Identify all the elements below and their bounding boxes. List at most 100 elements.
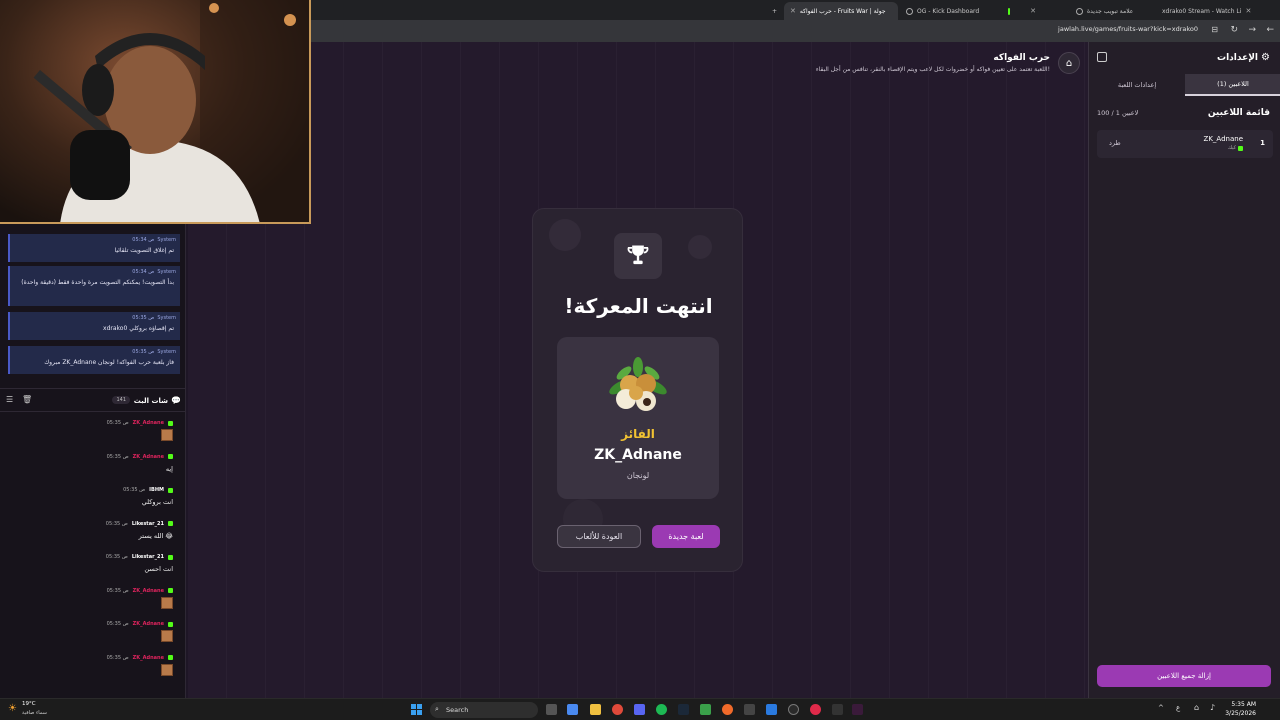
kick-icon: [1238, 145, 1243, 151]
clock-date[interactable]: 3/25/2026: [1225, 710, 1256, 717]
message-text: إيه: [165, 464, 173, 473]
spotify-icon[interactable]: [656, 704, 667, 715]
message-time: 05:35 ص: [106, 453, 129, 460]
player-platform: كيك: [1228, 145, 1243, 151]
trash-icon[interactable]: 🗑: [22, 395, 32, 404]
decor-bubble: [549, 219, 581, 251]
chat-message: 05:35 ص ZK_Adnane: [5, 621, 173, 651]
message-time: 05:35 ص: [106, 587, 129, 594]
winner-name: ZK_Adnane: [594, 447, 682, 463]
message-time: 05:35 ص: [106, 420, 129, 426]
windows-start-icon[interactable]: [411, 704, 422, 715]
message-username[interactable]: ZK_Adnane: [133, 655, 164, 661]
kick-player-button[interactable]: طرد: [1109, 139, 1121, 147]
message-username[interactable]: ZK_Adnane: [133, 454, 164, 460]
message-sender: System: [157, 349, 176, 355]
message-username[interactable]: Likestar_21: [132, 554, 164, 560]
kick-icon: [168, 454, 173, 459]
tab-kick-dashboard[interactable]: OG - Kick Dashboard: [900, 2, 1000, 20]
message-username[interactable]: ZK_Adnane: [133, 621, 164, 627]
message-username[interactable]: ZK_Adnane: [133, 420, 164, 426]
url-field[interactable]: jawlah.live/games/fruits-war?kick=xdrako…: [1058, 25, 1198, 33]
app-icon[interactable]: [722, 704, 733, 715]
clock-time[interactable]: 5:35 AM: [1231, 701, 1256, 708]
chat-message: 05:35 ص IBHM انت بروكلي: [5, 487, 173, 517]
kick-icon: [168, 655, 173, 660]
chat-message: 05:35 ص ZK_Adnane: [5, 588, 173, 618]
menu-icon[interactable]: ☰: [6, 395, 13, 404]
new-tab-button[interactable]: +: [766, 2, 782, 20]
obs-icon[interactable]: [744, 704, 755, 715]
message-time: 05:35 ص: [106, 621, 129, 627]
reload-icon[interactable]: ↻: [1230, 25, 1238, 35]
remove-all-players-button[interactable]: إزالة جميع اللاعبين: [1097, 665, 1271, 687]
site-info-icon[interactable]: ⊟: [1211, 25, 1218, 34]
home-button[interactable]: ⌂: [1058, 52, 1080, 74]
player-count: 100 / 1 لاعبين: [1097, 109, 1139, 117]
chat-message: 05:35 ص ZK_Adnane: [5, 420, 173, 450]
longan-fruit-icon: [609, 357, 667, 411]
close-icon[interactable]: ✕: [1245, 7, 1251, 15]
chrome-icon[interactable]: [612, 704, 623, 715]
message-sender: System: [157, 315, 176, 321]
new-game-button[interactable]: لعبة جديدة: [652, 525, 720, 548]
discord-icon[interactable]: [634, 704, 645, 715]
emote-image: [161, 596, 173, 609]
game-description: اللعبة تعتمد على تعيين فواكه أو خضروات ل…: [815, 66, 1050, 73]
kick-icon: [168, 554, 173, 560]
tab-title: OG - Kick Dashboard: [917, 7, 980, 15]
message-text: انت احسن: [144, 565, 173, 573]
weather-icon: ☀: [8, 703, 17, 714]
close-icon[interactable]: ✕: [1030, 7, 1036, 15]
network-icon[interactable]: ⌂: [1194, 703, 1199, 712]
tab-kick[interactable]: ✕: [1002, 2, 1042, 20]
message-username[interactable]: ZK_Adnane: [133, 588, 164, 594]
task-view-icon[interactable]: [546, 704, 557, 715]
app-icon[interactable]: [832, 704, 843, 715]
back-to-games-button[interactable]: العودة للألعاب: [557, 525, 641, 548]
tab-game-settings[interactable]: إعدادات اللعبة: [1089, 74, 1185, 96]
tab-players[interactable]: اللاعبين (1): [1185, 74, 1280, 96]
chat-message: 05:35 ص Likestar_21 الله يستر 😂: [5, 521, 173, 551]
taskbar: ☀ 19°C سماء صافية ⌕ Search ^ ع ⌂ ♪ 5:35 …: [0, 698, 1280, 720]
message-username[interactable]: IBHM: [149, 487, 164, 493]
player-row: 1 ZK_Adnane كيك طرد: [1097, 130, 1273, 158]
settings-panel: ⚙ الإعدادات اللاعبين (1) إعدادات اللعبة …: [1088, 42, 1280, 698]
media-icon[interactable]: [810, 704, 821, 715]
tab-fruits-war[interactable]: ✕ حرب الفواكه - Fruits War | جولة: [784, 2, 898, 20]
kick-icon: [168, 521, 173, 526]
chat-message: 05:35 ص Likestar_21 انت احسن: [5, 554, 173, 584]
tab-new-tab[interactable]: علامة تبويب جديدة: [1070, 2, 1150, 20]
globe-icon: [1076, 7, 1083, 15]
message-text: مبروك ZK_Adnane فاز بلعبة حرب الفواكه! ل…: [44, 359, 174, 366]
kick-icon: [1008, 7, 1011, 15]
chevron-up-icon[interactable]: ^: [1158, 704, 1164, 712]
tab-xdrako-stream[interactable]: xdrako0 Stream - Watch Li ✕: [1152, 2, 1256, 20]
winner-fruit: لونجان: [626, 471, 650, 480]
result-card: !انتهت المعركة الفائز ZK_Adnane لونجان ل…: [532, 208, 743, 572]
settings-tabs: اللاعبين (1) إعدادات اللعبة: [1089, 74, 1280, 96]
app-icon[interactable]: [852, 704, 863, 715]
message-text: تم إغلاق التصويت تلقائيا: [114, 247, 174, 254]
copilot-icon[interactable]: [567, 704, 578, 715]
message-sender: System: [157, 269, 176, 275]
weather-temp[interactable]: 19°C: [22, 701, 36, 707]
message-username[interactable]: Likestar_21: [132, 521, 164, 527]
close-icon[interactable]: ✕: [790, 7, 796, 15]
volume-icon[interactable]: ♪: [1210, 703, 1215, 712]
language-icon[interactable]: ع: [1176, 704, 1180, 712]
xbox-icon[interactable]: [700, 704, 711, 715]
taskbar-search[interactable]: ⌕ Search: [430, 702, 538, 718]
file-explorer-icon[interactable]: [590, 704, 601, 715]
gear-icon: ⚙: [1261, 52, 1270, 63]
forward-icon[interactable]: →: [1248, 25, 1256, 35]
tab-title: xdrako0 Stream - Watch Li: [1162, 7, 1242, 15]
message-text: الله يستر 😂: [138, 531, 173, 540]
collapse-panel-icon[interactable]: [1097, 52, 1107, 62]
chrome-icon[interactable]: [788, 704, 799, 715]
steam-icon[interactable]: [678, 704, 689, 715]
message-time: 05:35 ص: [123, 487, 146, 493]
app-icon[interactable]: [766, 704, 777, 715]
viewer-count-badge: 141: [112, 396, 130, 404]
back-icon[interactable]: ←: [1266, 25, 1274, 35]
